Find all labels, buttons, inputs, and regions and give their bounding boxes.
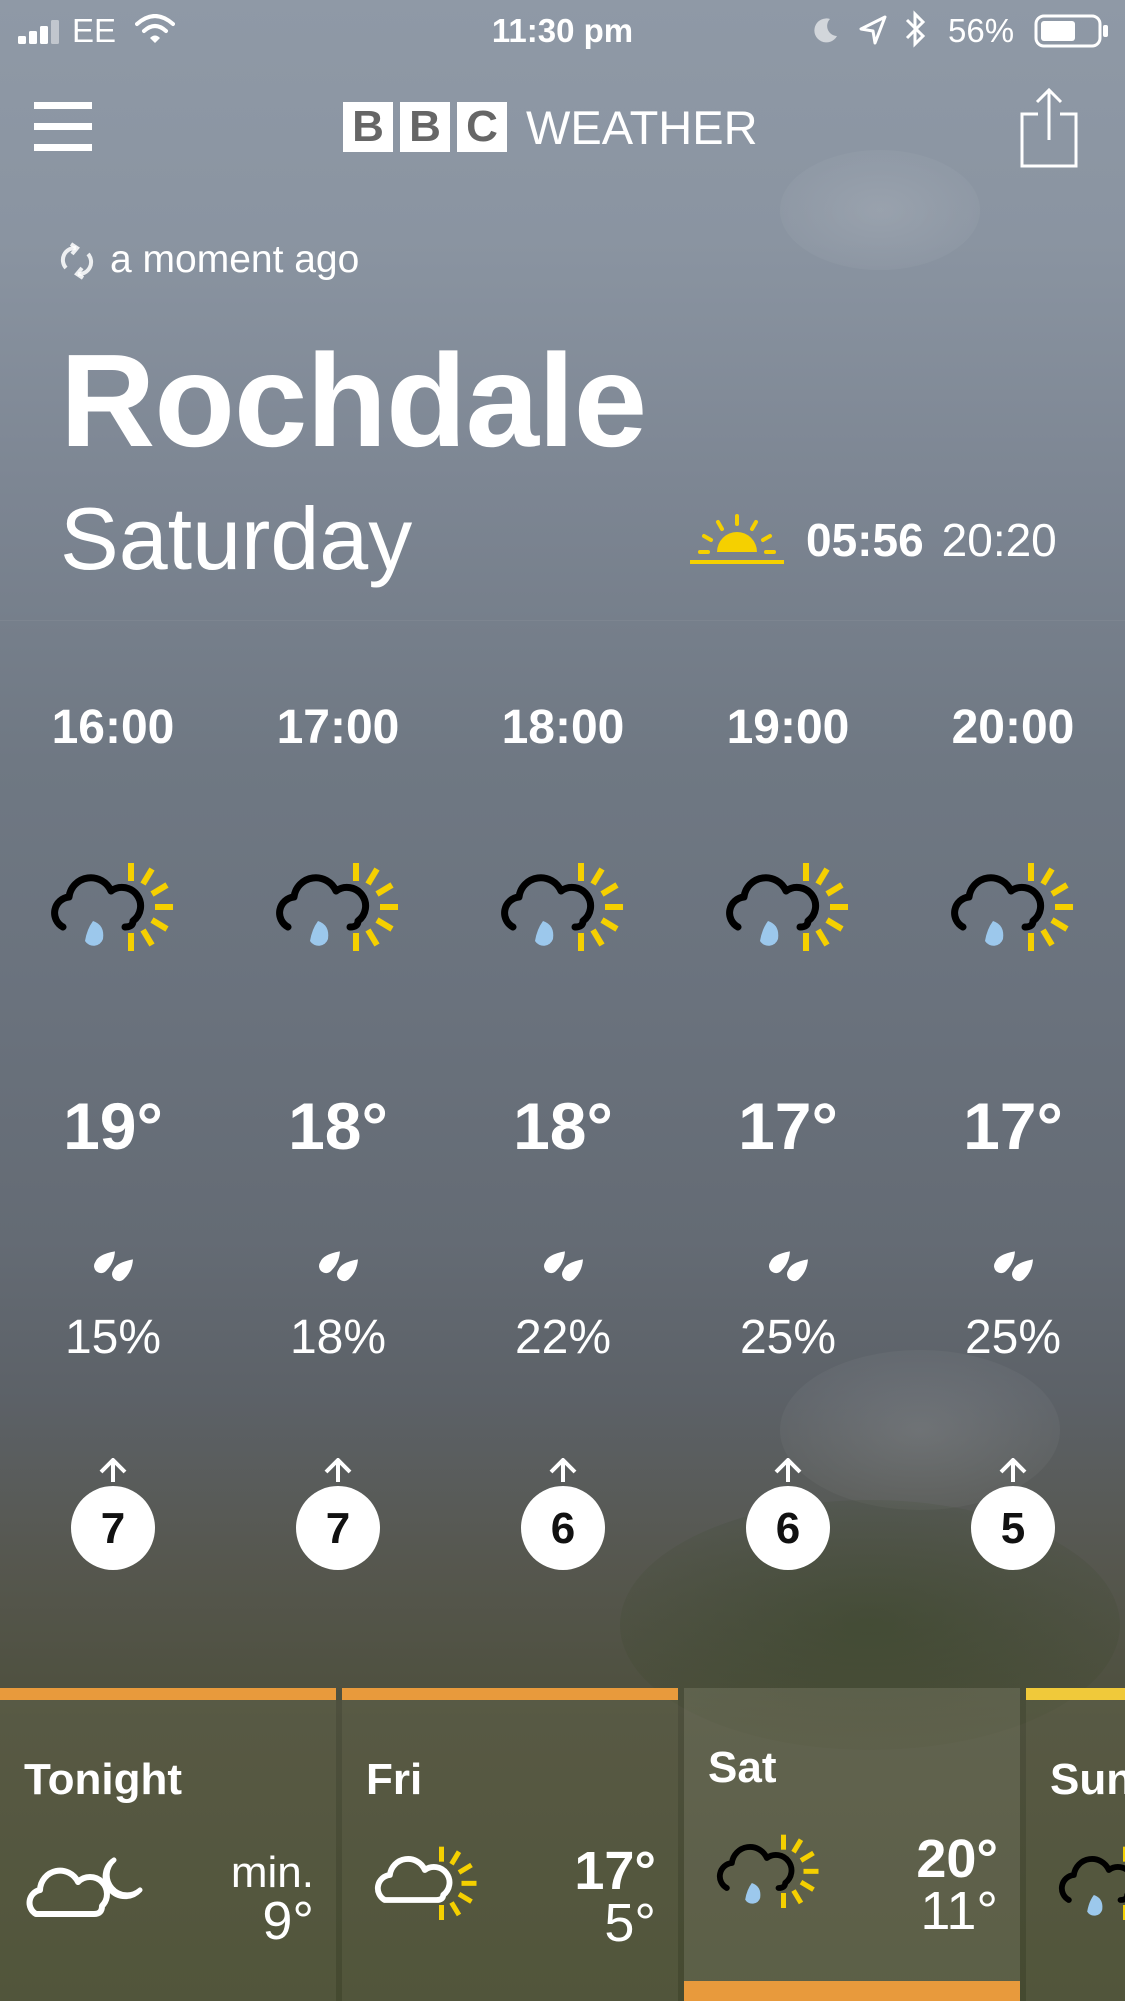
- section-divider: [0, 620, 1125, 621]
- sunny-intervals-light-rain-icon: [726, 863, 848, 951]
- hour-time: 16:00: [51, 701, 175, 754]
- day-card-fri[interactable]: Fri 17° 5°: [342, 1688, 678, 2001]
- sunny-intervals-light-rain-icon: [951, 863, 1073, 951]
- hour-temperature: 18°: [513, 1089, 613, 1163]
- sunny-intervals-light-rain-icon: [1058, 1846, 1125, 1920]
- day-card-sun[interactable]: Sun: [1026, 1688, 1125, 2001]
- logo-letter: B: [400, 102, 450, 152]
- hour-temperature: 17°: [963, 1089, 1063, 1163]
- day-name: Sat: [708, 1743, 777, 1792]
- rain-chance: 25%: [739, 1311, 837, 1364]
- sun-times: 05:56 20:20: [690, 512, 1057, 568]
- day-card-tonight[interactable]: Tonight min. 9°: [0, 1688, 336, 2001]
- rain-chance: 15%: [64, 1311, 162, 1364]
- last-updated: a moment ago: [110, 238, 360, 281]
- wind-indicator: 7: [294, 1457, 382, 1570]
- wind-indicator: 6: [744, 1457, 832, 1570]
- sunny-intervals-icon: [374, 1846, 477, 1920]
- selected-day: Saturday: [60, 489, 413, 588]
- logo-letter: C: [457, 102, 507, 152]
- raindrops-icon: [319, 1251, 358, 1282]
- wind-speed: 6: [775, 1504, 801, 1553]
- wind-speed: 7: [100, 1504, 126, 1553]
- sunrise-icon: [690, 514, 784, 564]
- low-temperature: 5°: [604, 1893, 656, 1953]
- sunset-time: 20:20: [941, 514, 1057, 566]
- location-name: Rochdale: [60, 327, 647, 474]
- sunny-intervals-light-rain-icon: [276, 863, 398, 951]
- bluetooth-icon: [905, 10, 926, 48]
- partly-cloudy-night-icon: [26, 1857, 143, 1917]
- daily-forecast[interactable]: Tonight min. 9° Fri 17° 5° Sat 20° 11° S…: [0, 1688, 1125, 2001]
- logo-word: WEATHER: [526, 100, 758, 154]
- sunny-intervals-light-rain-icon: [51, 863, 173, 951]
- wind-indicator: 7: [69, 1457, 157, 1570]
- wind-speed: 6: [550, 1504, 576, 1553]
- hamburger-menu-icon[interactable]: [34, 102, 92, 152]
- refresh-icon[interactable]: [58, 242, 96, 280]
- hour-time: 18:00: [501, 701, 625, 754]
- sunny-intervals-light-rain-icon: [501, 863, 623, 951]
- day-name: Sun: [1050, 1755, 1125, 1804]
- logo-letter: B: [343, 102, 393, 152]
- hour-temperature: 18°: [288, 1089, 388, 1163]
- rain-chance: 22%: [514, 1311, 612, 1364]
- wind-indicator: 5: [969, 1457, 1057, 1570]
- day-name: Fri: [366, 1755, 423, 1804]
- raindrops-icon: [769, 1251, 808, 1282]
- wind-indicator: 6: [519, 1457, 607, 1570]
- wind-speed: 5: [1000, 1504, 1026, 1553]
- sunrise-time: 05:56: [806, 514, 924, 566]
- battery-icon: [1034, 14, 1108, 48]
- raindrops-icon: [994, 1251, 1033, 1282]
- day-name: Tonight: [24, 1755, 182, 1804]
- raindrops-icon: [94, 1251, 133, 1282]
- location-arrow-icon: [859, 15, 887, 45]
- raindrops-icon: [544, 1251, 583, 1282]
- sunny-intervals-light-rain-icon: [716, 1834, 819, 1908]
- hour-time: 17:00: [276, 701, 400, 754]
- bbc-weather-logo: B B C WEATHER: [343, 100, 758, 154]
- rain-chance: 25%: [964, 1311, 1062, 1364]
- moon-icon: [814, 18, 837, 43]
- min-temperature: 9°: [262, 1891, 314, 1951]
- wind-speed: 7: [325, 1504, 351, 1553]
- low-temperature: 11°: [920, 1881, 998, 1941]
- hour-time: 19:00: [726, 701, 850, 754]
- app-header: B B C WEATHER: [0, 60, 1125, 200]
- share-icon[interactable]: [1018, 86, 1080, 170]
- hour-temperature: 19°: [63, 1089, 163, 1163]
- rain-chance: 18%: [289, 1311, 387, 1364]
- hour-time: 20:00: [951, 701, 1075, 754]
- status-bar: EE 11:30 pm 56%: [0, 0, 1125, 60]
- day-card-sat[interactable]: Sat 20° 11°: [684, 1688, 1020, 2001]
- hour-temperature: 17°: [738, 1089, 838, 1163]
- battery-percent: 56%: [948, 12, 1015, 49]
